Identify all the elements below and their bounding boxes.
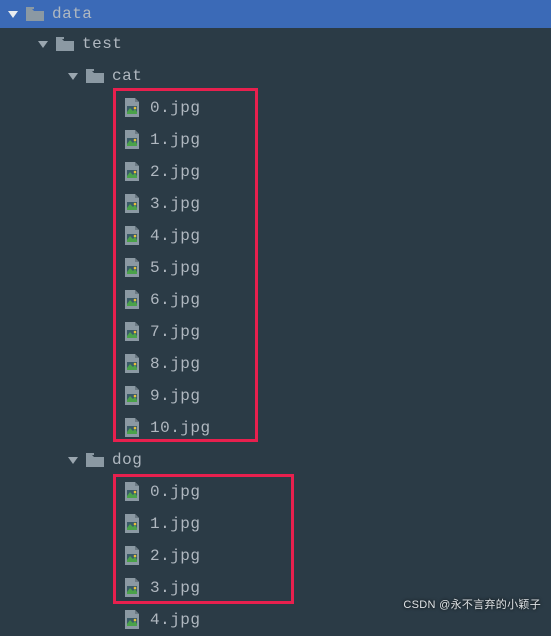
folder-label: dog <box>112 451 142 469</box>
chevron-down-icon <box>66 69 80 83</box>
folder-icon <box>26 7 44 21</box>
image-file-icon <box>124 514 140 534</box>
tree-row-file[interactable]: 1.jpg <box>0 508 551 540</box>
file-label: 1.jpg <box>150 515 201 533</box>
file-label: 5.jpg <box>150 259 201 277</box>
image-file-icon <box>124 258 140 278</box>
folder-icon <box>56 37 74 51</box>
tree-row-file[interactable]: 3.jpg <box>0 188 551 220</box>
tree-row-file[interactable]: 8.jpg <box>0 348 551 380</box>
tree-row-root[interactable]: data <box>0 0 551 28</box>
image-file-icon <box>124 226 140 246</box>
folder-icon <box>86 453 104 467</box>
tree-row-file[interactable]: 2.jpg <box>0 540 551 572</box>
tree-row-file[interactable]: 9.jpg <box>0 380 551 412</box>
image-file-icon <box>124 578 140 598</box>
tree-row-file[interactable]: 5.jpg <box>0 252 551 284</box>
chevron-down-icon <box>6 7 20 21</box>
image-file-icon <box>124 386 140 406</box>
tree-row-file[interactable]: 1.jpg <box>0 124 551 156</box>
chevron-down-icon <box>36 37 50 51</box>
file-label: 4.jpg <box>150 227 201 245</box>
file-label: 6.jpg <box>150 291 201 309</box>
folder-label: data <box>52 5 92 23</box>
file-label: 0.jpg <box>150 99 201 117</box>
tree-row-file[interactable]: 0.jpg <box>0 92 551 124</box>
file-label: 2.jpg <box>150 163 201 181</box>
file-label: 7.jpg <box>150 323 201 341</box>
file-label: 3.jpg <box>150 579 201 597</box>
file-label: 10.jpg <box>150 419 211 437</box>
file-label: 4.jpg <box>150 611 201 629</box>
file-label: 8.jpg <box>150 355 201 373</box>
image-file-icon <box>124 130 140 150</box>
tree-row-file[interactable]: 2.jpg <box>0 156 551 188</box>
tree-row-folder-dog[interactable]: dog <box>0 444 551 476</box>
file-label: 1.jpg <box>150 131 201 149</box>
watermark: CSDN @永不言弃的小颖子 <box>403 596 541 612</box>
image-file-icon <box>124 546 140 566</box>
chevron-down-icon <box>66 453 80 467</box>
image-file-icon <box>124 482 140 502</box>
image-file-icon <box>124 162 140 182</box>
tree-row-file[interactable]: 7.jpg <box>0 316 551 348</box>
tree-row-file[interactable]: 0.jpg <box>0 476 551 508</box>
file-label: 3.jpg <box>150 195 201 213</box>
file-label: 9.jpg <box>150 387 201 405</box>
image-file-icon <box>124 418 140 438</box>
tree-row-file[interactable]: 6.jpg <box>0 284 551 316</box>
image-file-icon <box>124 194 140 214</box>
folder-icon <box>86 69 104 83</box>
image-file-icon <box>124 98 140 118</box>
tree-row-file[interactable]: 4.jpg <box>0 220 551 252</box>
image-file-icon <box>124 354 140 374</box>
folder-label: test <box>82 35 122 53</box>
image-file-icon <box>124 610 140 630</box>
image-file-icon <box>124 290 140 310</box>
tree-row-folder-cat[interactable]: cat <box>0 60 551 92</box>
tree-row-file[interactable]: 10.jpg <box>0 412 551 444</box>
file-label: 2.jpg <box>150 547 201 565</box>
tree-row-folder-test[interactable]: test <box>0 28 551 60</box>
image-file-icon <box>124 322 140 342</box>
folder-label: cat <box>112 67 142 85</box>
file-label: 0.jpg <box>150 483 201 501</box>
